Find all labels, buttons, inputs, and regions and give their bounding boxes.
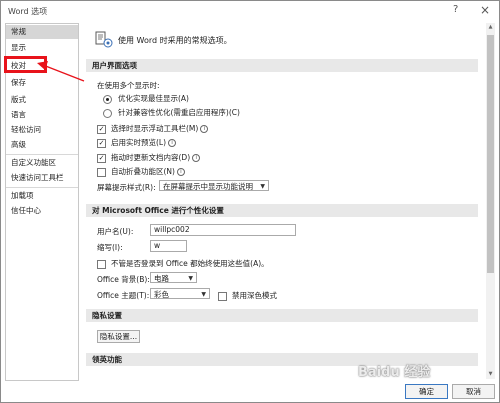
chevron-down-icon: ▼ [201, 291, 206, 298]
radio-button[interactable] [103, 108, 112, 118]
office-theme-label: Office 主题(T): [97, 291, 150, 300]
ok-button[interactable]: 确定 [405, 384, 448, 399]
initials-label: 缩写(I): [97, 243, 123, 252]
radio-optimize-display[interactable]: 优化实现最佳显示(A) [103, 93, 189, 104]
info-icon: i [176, 168, 185, 176]
chevron-down-icon: ▼ [188, 275, 193, 282]
office-background-label: Office 背景(B): [97, 275, 150, 284]
radio-compatibility[interactable]: 针对兼容性优化(需重启应用程序)(C) [103, 107, 240, 118]
annotation-highlight-box [4, 56, 47, 73]
sidebar-item-add-ins[interactable]: 加载项 [6, 189, 78, 203]
sidebar-item-quick-access-toolbar[interactable]: 快速访问工具栏 [6, 171, 78, 185]
privacy-settings-button[interactable]: 隐私设置... [97, 330, 140, 343]
radio-optimize-label: 优化实现最佳显示(A) [118, 94, 189, 103]
window-title: Word 选项 [8, 7, 48, 16]
main-content: 使用 Word 时采用的常规选项。 用户界面选项 在使用多个显示时: 优化实现最… [86, 23, 490, 379]
general-options-icon [95, 31, 113, 48]
live-preview-label: 启用实时预览(L) [111, 138, 167, 147]
checkbox-always-use-values[interactable]: 不管是否登录到 Office 都始终使用这些值(A)。 [97, 258, 269, 269]
sidebar-item-trust-center[interactable]: 信任中心 [6, 204, 78, 218]
checkmark-icon[interactable]: ✓ [97, 153, 106, 163]
scroll-up-icon[interactable]: ▲ [486, 23, 495, 32]
watermark: Baidu 经验 [358, 365, 431, 380]
checkbox-mini-toolbar[interactable]: ✓ 选择时显示浮动工具栏(M) i [97, 123, 209, 134]
info-icon: i [200, 125, 209, 133]
mini-toolbar-label: 选择时显示浮动工具栏(M) [111, 124, 199, 133]
checkbox-unchecked[interactable] [218, 291, 227, 301]
office-theme-select[interactable]: 彩色 ▼ [150, 288, 210, 299]
checkbox-unchecked[interactable] [97, 167, 106, 177]
office-background-value: 电路 [154, 274, 169, 283]
title-bar: Word 选项 ? × [1, 1, 499, 21]
sidebar-item-general[interactable]: 常规 [6, 25, 78, 39]
sidebar-item-accessibility[interactable]: 轻松访问 [6, 123, 78, 137]
dark-mode-label: 禁用深色模式 [232, 291, 277, 300]
scroll-thumb[interactable] [487, 35, 494, 273]
section-personalize: 对 Microsoft Office 进行个性化设置 [86, 204, 478, 217]
sidebar-item-display[interactable]: 显示 [6, 41, 78, 55]
radio-button-selected[interactable] [103, 94, 112, 104]
section-privacy: 隐私设置 [86, 309, 478, 322]
tooltip-style-label: 屏幕提示样式(R): [97, 183, 156, 192]
sidebar-divider [6, 154, 78, 155]
tooltip-style-value: 在屏幕提示中显示功能说明 [163, 182, 253, 191]
word-options-dialog: Word 选项 ? × 常规 显示 校对 保存 版式 语言 轻松访问 高级 自定… [0, 0, 500, 403]
office-background-select[interactable]: 电路 ▼ [150, 272, 197, 283]
tooltip-style-select[interactable]: 在屏幕提示中显示功能说明 ▼ [159, 180, 269, 191]
username-field[interactable]: willpc002 [150, 224, 296, 236]
checkbox-unchecked[interactable] [97, 259, 106, 269]
sidebar-item-language[interactable]: 语言 [6, 108, 78, 122]
checkbox-update-on-drag[interactable]: ✓ 拖动时更新文档内容(D) i [97, 152, 201, 163]
office-theme-value: 彩色 [154, 290, 169, 299]
vertical-scrollbar[interactable]: ▲ ▼ [486, 23, 495, 379]
sidebar-divider [6, 187, 78, 188]
checkbox-disable-dark-mode[interactable]: 禁用深色模式 [218, 290, 277, 301]
section-ui-options: 用户界面选项 [86, 59, 478, 72]
username-label: 用户名(U): [97, 227, 134, 236]
page-description: 使用 Word 时采用的常规选项。 [118, 36, 232, 45]
radio-compat-label: 针对兼容性优化(需重启应用程序)(C) [118, 108, 240, 117]
checkbox-collapse-ribbon[interactable]: 自动折叠功能区(N) i [97, 166, 185, 177]
scroll-down-icon[interactable]: ▼ [486, 370, 495, 379]
initials-field[interactable]: w [150, 240, 187, 252]
info-icon: i [168, 139, 177, 147]
cancel-button[interactable]: 取消 [452, 384, 495, 399]
close-icon[interactable]: × [480, 3, 490, 17]
sidebar-item-layout[interactable]: 版式 [6, 93, 78, 107]
info-icon: i [192, 154, 201, 162]
multi-display-label: 在使用多个显示时: [97, 81, 160, 90]
checkmark-icon[interactable]: ✓ [97, 138, 106, 148]
sidebar-item-customize-ribbon[interactable]: 自定义功能区 [6, 156, 78, 170]
sidebar-item-save[interactable]: 保存 [6, 76, 78, 90]
collapse-ribbon-label: 自动折叠功能区(N) [111, 167, 175, 176]
always-use-label: 不管是否登录到 Office 都始终使用这些值(A)。 [111, 259, 269, 268]
sidebar: 常规 显示 校对 保存 版式 语言 轻松访问 高级 自定义功能区 快速访问工具栏… [5, 23, 79, 381]
checkmark-icon[interactable]: ✓ [97, 124, 106, 134]
chevron-down-icon: ▼ [260, 183, 265, 190]
update-drag-label: 拖动时更新文档内容(D) [111, 153, 191, 162]
help-icon[interactable]: ? [453, 4, 458, 15]
sidebar-item-advanced[interactable]: 高级 [6, 138, 78, 152]
checkbox-live-preview[interactable]: ✓ 启用实时预览(L) i [97, 137, 177, 148]
